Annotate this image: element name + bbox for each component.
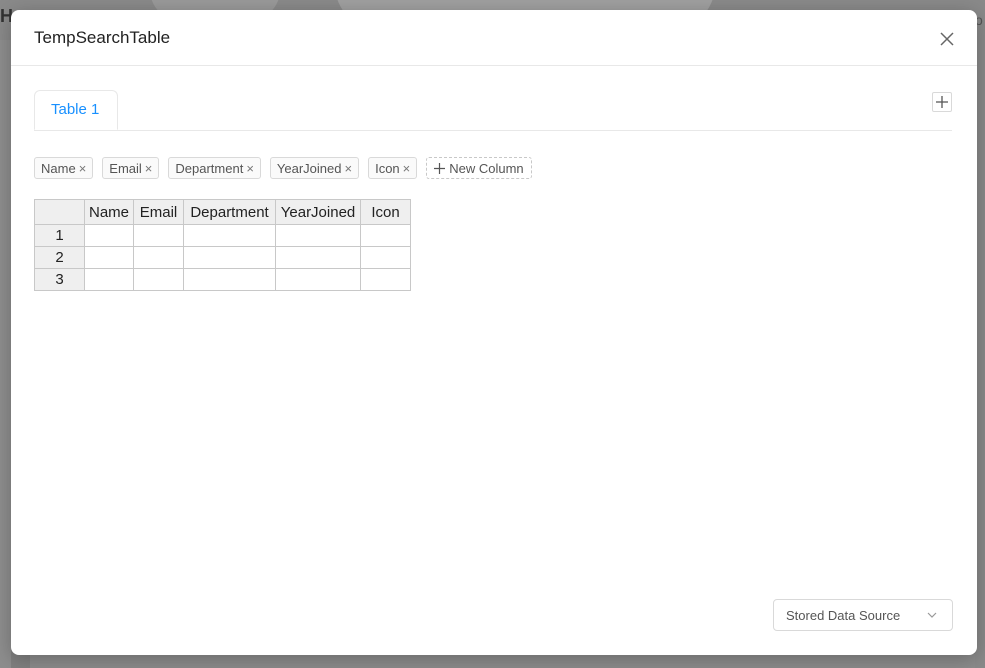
table-cell[interactable]: [83, 224, 135, 247]
table-cell[interactable]: [183, 224, 277, 247]
column-tags: Name × Email × Department × YearJoined ×…: [34, 157, 532, 181]
column-tag-email[interactable]: Email ×: [102, 157, 160, 179]
column-header[interactable]: YearJoined: [275, 199, 362, 225]
table-cell[interactable]: [133, 224, 185, 247]
background-strip: [0, 40, 11, 668]
close-button[interactable]: [937, 29, 957, 49]
add-table-button[interactable]: [932, 92, 952, 112]
close-icon: [940, 32, 954, 46]
table-cell[interactable]: [275, 268, 362, 291]
table-cell[interactable]: [183, 268, 277, 291]
table-cell[interactable]: [83, 268, 135, 291]
close-icon[interactable]: ×: [79, 162, 87, 175]
table-cell[interactable]: [183, 246, 277, 269]
close-icon[interactable]: ×: [344, 162, 352, 175]
table-cell[interactable]: [360, 246, 412, 269]
table-cell[interactable]: [360, 268, 412, 291]
column-header[interactable]: Name: [83, 199, 135, 225]
column-tag-label: Email: [109, 160, 142, 176]
close-icon[interactable]: ×: [403, 162, 411, 175]
table-row: 3: [34, 268, 412, 291]
column-tag-name[interactable]: Name ×: [34, 157, 94, 179]
column-tag-label: YearJoined: [276, 160, 342, 176]
data-table: Name Email Department YearJoined Icon 1 …: [34, 199, 412, 291]
table-cell[interactable]: [83, 246, 135, 269]
table-cell[interactable]: [360, 224, 412, 247]
table-tabs: Table 1: [34, 90, 952, 131]
data-source-label: Stored Data Source: [786, 608, 901, 623]
table-cell[interactable]: [133, 268, 185, 291]
row-number: 2: [34, 246, 85, 269]
column-tag-label: Name: [41, 160, 76, 176]
new-column-label: New Column: [449, 160, 524, 176]
row-number: 3: [34, 268, 85, 291]
corner-cell: [34, 199, 85, 225]
column-tag-yearjoined[interactable]: YearJoined ×: [269, 157, 360, 179]
tab-table-1[interactable]: Table 1: [34, 90, 118, 130]
row-number: 1: [34, 224, 85, 247]
new-column-button[interactable]: New Column: [426, 157, 532, 179]
table-row: 1: [34, 224, 412, 247]
column-tag-label: Department: [175, 160, 244, 176]
dialog-header: TempSearchTable: [11, 10, 977, 66]
column-header[interactable]: Icon: [360, 199, 412, 225]
close-icon[interactable]: ×: [145, 162, 153, 175]
temp-search-table-dialog: TempSearchTable Table 1 Name × Email × D…: [11, 10, 977, 655]
table-cell[interactable]: [275, 246, 362, 269]
column-header[interactable]: Department: [183, 199, 277, 225]
table-cell[interactable]: [275, 224, 362, 247]
chevron-down-icon: [927, 612, 937, 618]
column-tag-label: Icon: [375, 160, 400, 176]
table-header-row: Name Email Department YearJoined Icon: [34, 199, 412, 225]
close-icon[interactable]: ×: [246, 162, 254, 175]
background-strip: [30, 654, 985, 668]
column-header[interactable]: Email: [133, 199, 185, 225]
table-cell[interactable]: [133, 246, 185, 269]
data-source-select[interactable]: Stored Data Source: [773, 599, 953, 631]
column-tag-department[interactable]: Department ×: [168, 157, 261, 179]
table-row: 2: [34, 246, 412, 269]
plus-icon: [434, 162, 446, 174]
column-tag-icon[interactable]: Icon ×: [368, 157, 418, 179]
plus-icon: [936, 96, 948, 108]
dialog-title: TempSearchTable: [34, 28, 171, 47]
